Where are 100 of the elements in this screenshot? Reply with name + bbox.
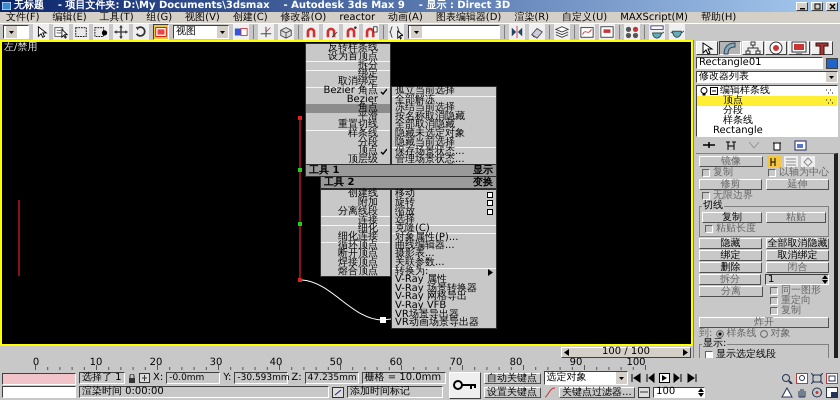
- pan-hand-button[interactable]: [796, 386, 808, 398]
- menu-item[interactable]: 旋转: [392, 198, 496, 208]
- close-button[interactable]: [826, 2, 838, 10]
- coordinate-dropdown[interactable]: 视图: [173, 25, 229, 39]
- menu-item[interactable]: 文件(F): [6, 12, 40, 22]
- curve-editor-button[interactable]: [579, 24, 595, 40]
- maximize-viewport-button[interactable]: [826, 386, 838, 398]
- rotate-button[interactable]: [133, 24, 149, 40]
- time-slider-thumb[interactable]: 100 / 100: [561, 346, 691, 358]
- stack-item[interactable]: 样条线: [697, 116, 837, 126]
- object-name-field[interactable]: Rectangle01: [696, 57, 823, 69]
- minimize-button[interactable]: [796, 2, 808, 10]
- menu-item[interactable]: 熔合顶点: [321, 268, 390, 276]
- mirror-button[interactable]: [509, 24, 525, 40]
- spinner-magnet-button[interactable]: [363, 24, 379, 40]
- button[interactable]: 删除: [699, 262, 762, 273]
- select-by-name-button[interactable]: [53, 24, 69, 40]
- coordinate-field[interactable]: -0.0mm: [166, 372, 220, 384]
- menu-item[interactable]: 帮助(H): [700, 12, 736, 22]
- button[interactable]: 全部取消隐藏: [766, 238, 829, 249]
- menu-item[interactable]: 克隆(C): [392, 224, 496, 234]
- end-result-button[interactable]: [725, 140, 738, 150]
- menu-item[interactable]: 曲线编辑器...: [392, 242, 496, 250]
- menu-item[interactable]: VR动画场景导出器: [392, 319, 496, 328]
- menu-item[interactable]: 顶层级: [306, 156, 390, 164]
- maximize-button[interactable]: [811, 2, 823, 10]
- menu-item[interactable]: 隐藏未选定对象: [392, 130, 496, 139]
- box-button[interactable]: [278, 24, 294, 40]
- menu-item[interactable]: 组(G): [146, 12, 172, 22]
- menu-item[interactable]: V-Ray 场景转换器: [392, 284, 496, 294]
- key-filters-button[interactable]: 关键点过滤器...: [558, 386, 636, 398]
- menu-item[interactable]: 分离线段: [321, 208, 390, 216]
- menu-item[interactable]: 图表编辑器(D): [436, 12, 502, 22]
- menu-item[interactable]: 创建(C): [232, 12, 268, 22]
- menu-item[interactable]: 分段: [306, 138, 390, 148]
- modifier-list-dropdown[interactable]: 修改器列表: [696, 71, 838, 83]
- menu-item[interactable]: 顶点: [306, 147, 390, 156]
- axis-constraint-button[interactable]: [258, 24, 274, 40]
- stack-item[interactable]: Rectangle: [697, 126, 837, 136]
- menu-item[interactable]: 缩放: [392, 208, 496, 216]
- stack-item[interactable]: 编辑样条线: [697, 86, 837, 96]
- menu-item[interactable]: Bezier 角点: [306, 86, 390, 96]
- maxscript-listener-field[interactable]: [2, 372, 76, 384]
- field-of-view-button[interactable]: [781, 386, 793, 398]
- menu-item[interactable]: 动画(A): [388, 12, 423, 22]
- menu-item[interactable]: 工具(T): [100, 12, 134, 22]
- menu-item[interactable]: MAXScript(M): [620, 12, 688, 22]
- layers-button[interactable]: [554, 24, 570, 40]
- dropdown[interactable]: [3, 25, 29, 39]
- move-button[interactable]: [113, 24, 129, 40]
- zoom-button[interactable]: [781, 372, 793, 384]
- viewport-label[interactable]: 左/禁用: [4, 43, 38, 53]
- pivot-button[interactable]: [233, 24, 249, 40]
- menu-item[interactable]: 自定义(U): [562, 12, 608, 22]
- go-to-start-button[interactable]: [630, 373, 642, 383]
- zoom-all-button[interactable]: [796, 372, 808, 384]
- key-mode-dropdown[interactable]: 选定对象: [544, 371, 628, 385]
- menu-item[interactable]: 管理场景状态...: [392, 156, 496, 164]
- previous-frame-button[interactable]: [644, 373, 656, 383]
- eraser-button[interactable]: [529, 24, 545, 40]
- configure-button[interactable]: [794, 140, 807, 150]
- menu-item[interactable]: 对象属性(P)...: [392, 233, 496, 242]
- viewport[interactable]: [0, 40, 693, 346]
- percent-magnet-button[interactable]: [343, 24, 359, 40]
- menu-item[interactable]: 视图(V): [185, 12, 220, 22]
- orbit-button[interactable]: [811, 386, 823, 398]
- auto-key-button[interactable]: 自动关键点: [484, 372, 541, 384]
- menu-item[interactable]: 设为首顶点: [306, 52, 390, 62]
- material-spheres-button[interactable]: [624, 24, 640, 40]
- menu-item[interactable]: 移动: [392, 190, 496, 199]
- menu-item[interactable]: 隐藏当前选择: [392, 138, 496, 148]
- panel-tab[interactable]: [719, 41, 741, 55]
- time-tag-field[interactable]: 添加时间标记: [347, 386, 443, 398]
- menu-item[interactable]: 拆分: [306, 61, 390, 70]
- scale-button[interactable]: [153, 24, 169, 40]
- coordinate-field[interactable]: -30.593mm: [234, 372, 288, 384]
- menu-item[interactable]: 渲染(R): [514, 12, 550, 22]
- button[interactable]: 绑定: [699, 250, 762, 261]
- stack-item[interactable]: 顶点: [697, 96, 837, 106]
- menu-item[interactable]: 角点: [306, 104, 390, 113]
- frame-spinner[interactable]: 100: [653, 386, 706, 398]
- named-selection-dropdown[interactable]: [408, 25, 500, 39]
- mirror-mode-button[interactable]: [767, 156, 781, 167]
- zoom-extents-all-button[interactable]: [826, 372, 838, 384]
- pin-button[interactable]: [702, 140, 715, 150]
- stack-item[interactable]: 分段: [697, 106, 837, 116]
- braces-cursor-button[interactable]: [388, 24, 404, 40]
- rectangle-selection-button[interactable]: [73, 24, 89, 40]
- set-key-mode-button[interactable]: 设置关键点: [484, 386, 541, 398]
- schematic-button[interactable]: [599, 24, 615, 40]
- menu-item[interactable]: 修改器(O): [280, 12, 326, 22]
- button[interactable]: 复制: [702, 212, 762, 223]
- teapot-button[interactable]: [669, 24, 685, 40]
- zoom-extents-button[interactable]: [811, 372, 823, 384]
- menu-item[interactable]: 焊接顶点: [321, 259, 390, 268]
- go-to-end-button[interactable]: [686, 373, 698, 383]
- button[interactable]: 隐藏: [699, 238, 762, 249]
- color-swatch[interactable]: [826, 58, 838, 68]
- menu-item[interactable]: reactor: [339, 12, 376, 22]
- render-teapot-button[interactable]: [649, 24, 665, 40]
